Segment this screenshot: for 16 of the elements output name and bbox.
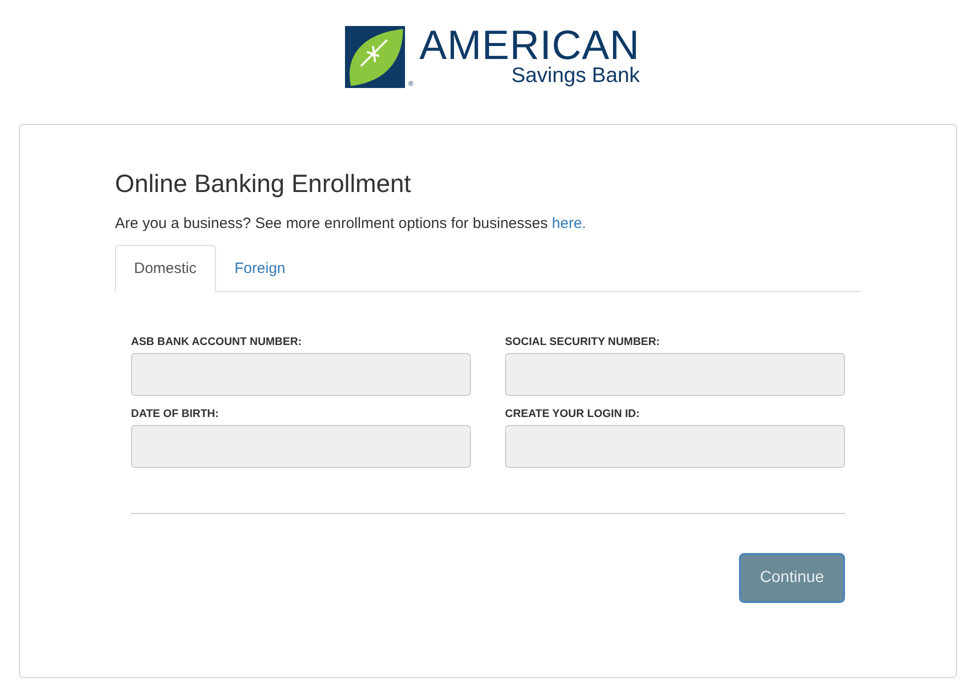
leaf-logo-icon: [345, 26, 406, 88]
field-label: SOCIAL SECURITY NUMBER:: [505, 336, 661, 349]
page-title: Online Banking Enrollment: [115, 169, 412, 199]
here-link[interactable]: here.: [552, 215, 586, 232]
input-field[interactable]: [505, 353, 845, 396]
brand-tagline: Savings Bank: [511, 64, 640, 88]
input-field[interactable]: [131, 425, 471, 468]
field-label: DATE OF BIRTH:: [131, 408, 220, 421]
field-label: ASB BANK ACCOUNT NUMBER:: [131, 336, 303, 349]
field-label: CREATE YOUR LOGIN ID:: [505, 408, 641, 421]
intro-text: Are you a business? See more enrollment options for businesses here.: [115, 215, 588, 233]
tab[interactable]: Foreign: [216, 245, 304, 292]
brand-name: AMERICAN: [419, 26, 640, 64]
input-field[interactable]: [505, 425, 845, 468]
input-field[interactable]: [131, 353, 471, 396]
tab[interactable]: Domestic: [115, 245, 216, 292]
